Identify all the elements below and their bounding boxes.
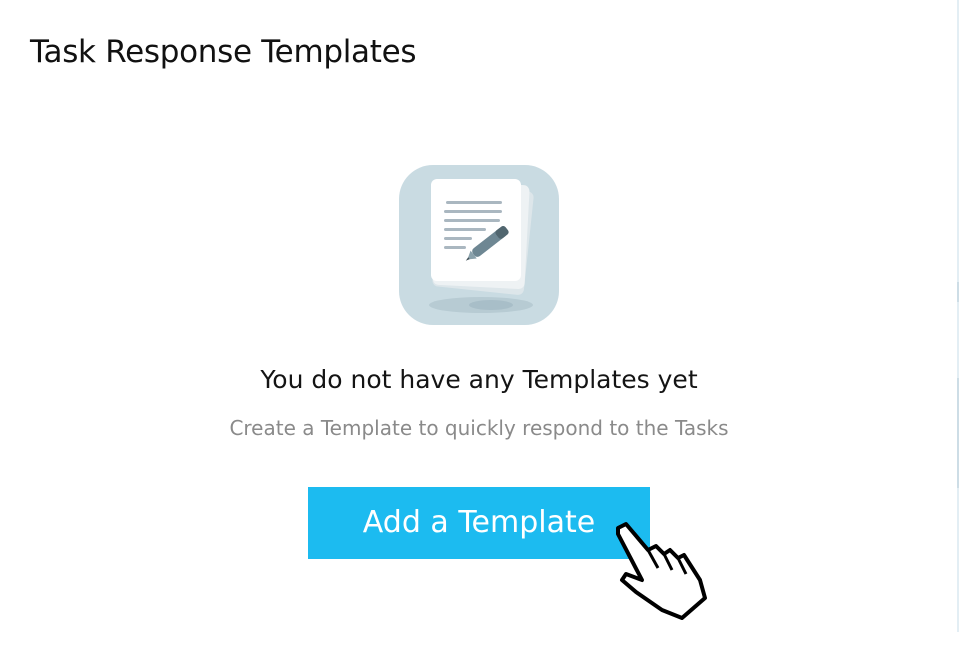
- empty-state-title: You do not have any Templates yet: [260, 365, 698, 394]
- page-title: Task Response Templates: [30, 34, 417, 70]
- empty-state-subtitle: Create a Template to quickly respond to …: [229, 416, 729, 440]
- hand-pointer-icon: [608, 520, 712, 620]
- template-page: Task Response Templates You do not have …: [0, 0, 960, 646]
- right-panel-border: [957, 0, 959, 632]
- add-template-button[interactable]: Add a Template: [308, 487, 650, 559]
- right-panel-border-mark: [957, 282, 959, 302]
- document-pen-icon: [399, 165, 559, 325]
